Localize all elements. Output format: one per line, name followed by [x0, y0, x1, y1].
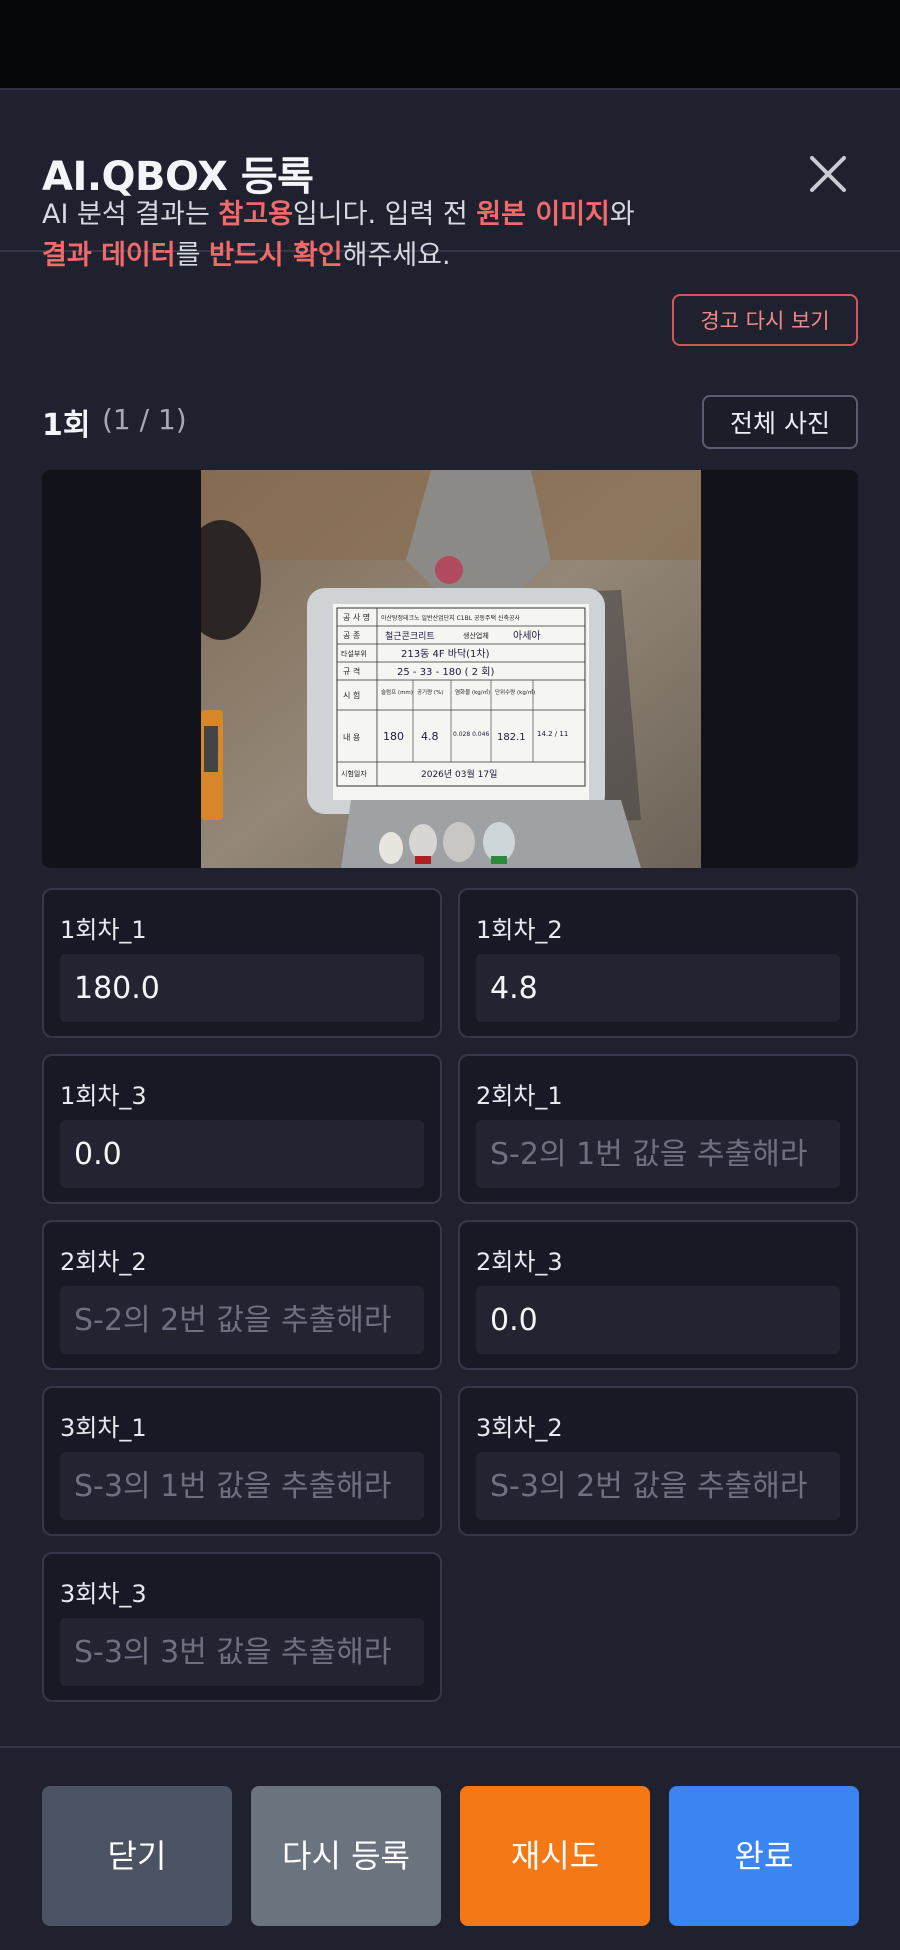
board-label: 시 험: [343, 691, 360, 700]
round1-value3-input[interactable]: [60, 1120, 424, 1188]
round3-value1-input[interactable]: [60, 1452, 424, 1520]
board-col: 슬럼프 (mm): [381, 688, 413, 696]
board-label: 공 사 명: [343, 612, 370, 622]
field-label: 1회차_1: [60, 916, 147, 944]
board-label: 생산업체: [463, 631, 489, 640]
notice-highlight: 참고용: [218, 199, 293, 230]
board-value: 4.8: [421, 730, 439, 743]
round-title: 1회: [42, 408, 91, 443]
field-label: 2회차_1: [476, 1082, 563, 1110]
board-value: 아산탕정테크노 일반산업단지 C1BL 공동주택 신축공사: [381, 614, 520, 622]
qbox-register-modal: AI.QBOX 등록 AI 분석 결과는 참고용입니다. 입력 전 원본 이미지…: [0, 88, 900, 1950]
field-card: 2회차_2: [42, 1220, 442, 1370]
field-card: 2회차_1: [458, 1054, 858, 1204]
notice-part: 를: [175, 240, 210, 271]
modal-footer: 닫기 다시 등록 재시도 완료: [0, 1746, 900, 1950]
board-label: 타설부위: [341, 649, 367, 658]
notice-part: 해주세요.: [342, 240, 451, 271]
notice-part: 와: [609, 199, 635, 230]
photo-viewer: 공 사 명 아산탕정테크노 일반산업단지 C1BL 공동주택 신축공사 공 종 …: [42, 470, 858, 868]
field-card: 1회차_1: [42, 888, 442, 1038]
board-value: 182.1: [497, 732, 526, 743]
board-value: 2026년 03월 17일: [421, 768, 497, 780]
board-col: 염화물 (kg/㎥): [455, 688, 490, 696]
field-card: 3회차_1: [42, 1386, 442, 1536]
board-value: 14.2 / 11: [537, 730, 568, 738]
board-label: 공 종: [343, 631, 360, 640]
board-value: 180: [383, 730, 404, 743]
board-value: 213동 4F 바닥(1차): [401, 648, 490, 660]
board-col: 단위수량 (kg/㎥): [495, 688, 535, 696]
field-card: 2회차_3: [458, 1220, 858, 1370]
round3-value2-input[interactable]: [476, 1452, 840, 1520]
field-label: 2회차_2: [60, 1248, 147, 1276]
notice-highlight: 반드시 확인: [209, 240, 343, 271]
reregister-button[interactable]: 다시 등록: [251, 1786, 441, 1926]
board-value: 25 - 33 - 180 ( 2 회): [397, 666, 494, 678]
round2-value3-input[interactable]: [476, 1286, 840, 1354]
board-value: 0.028 0.046: [453, 731, 489, 738]
notice-highlight: 결과 데이터: [42, 240, 176, 271]
all-photos-button[interactable]: 전체 사진: [702, 395, 858, 449]
close-icon: [810, 156, 846, 192]
retry-button[interactable]: 재시도: [460, 1786, 650, 1926]
round-count: (1 / 1): [102, 403, 187, 436]
field-label: 1회차_3: [60, 1082, 147, 1110]
round1-value2-input[interactable]: [476, 954, 840, 1022]
board-col: 공기량 (%): [417, 688, 443, 696]
notice-part: 입니다. 입력 전: [292, 199, 477, 230]
show-warning-again-button[interactable]: 경고 다시 보기: [672, 294, 858, 346]
board-label: 시험일자: [341, 769, 367, 778]
field-label: 3회차_1: [60, 1414, 147, 1442]
notice-highlight: 원본 이미지: [476, 199, 610, 230]
field-card: 1회차_2: [458, 888, 858, 1038]
test-board-photo: 공 사 명 아산탕정테크노 일반산업단지 C1BL 공동주택 신축공사 공 종 …: [201, 470, 701, 868]
status-bar-area: [0, 0, 900, 88]
field-card: 3회차_2: [458, 1386, 858, 1536]
close-button[interactable]: [800, 146, 856, 202]
done-button[interactable]: 완료: [669, 1786, 859, 1926]
board-value: 아세아: [513, 630, 541, 642]
field-label: 2회차_3: [476, 1248, 563, 1276]
field-label: 3회차_2: [476, 1414, 563, 1442]
board-label: 규 격: [343, 666, 360, 676]
field-card: 1회차_3: [42, 1054, 442, 1204]
board-value: 철근콘크리트: [385, 631, 435, 642]
round3-value3-input[interactable]: [60, 1618, 424, 1686]
notice-part: AI 분석 결과는: [42, 199, 219, 230]
ai-notice-text: AI 분석 결과는 참고용입니다. 입력 전 원본 이미지와 결과 데이터를 반…: [42, 194, 662, 276]
field-label: 1회차_2: [476, 916, 563, 944]
field-card: 3회차_3: [42, 1552, 442, 1702]
round1-value1-input[interactable]: [60, 954, 424, 1022]
round2-value2-input[interactable]: [60, 1286, 424, 1354]
round2-value1-input[interactable]: [476, 1120, 840, 1188]
field-label: 3회차_3: [60, 1580, 147, 1608]
close-modal-button[interactable]: 닫기: [42, 1786, 232, 1926]
board-label: 내 용: [343, 733, 360, 742]
